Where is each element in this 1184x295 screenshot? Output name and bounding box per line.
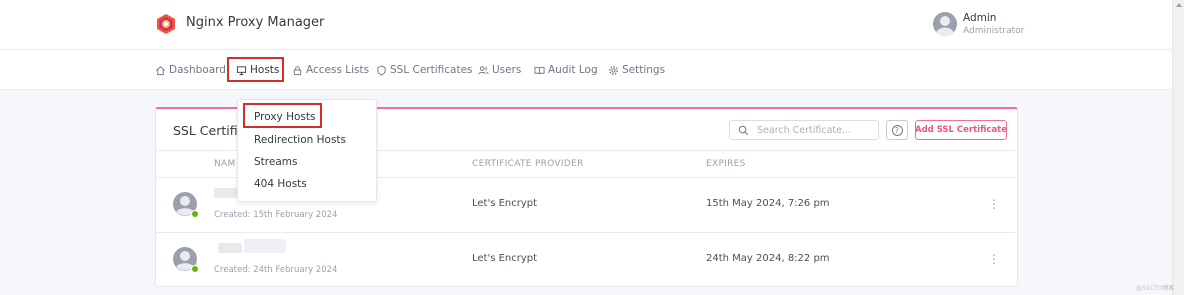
column-header-provider: CERTIFICATE PROVIDER — [472, 159, 584, 169]
nav-ssl-certificates[interactable]: SSL Certificates — [376, 50, 473, 90]
search-icon — [738, 125, 749, 136]
search-input[interactable] — [757, 123, 875, 138]
help-button[interactable]: ? — [886, 120, 908, 140]
menu-item-404-hosts[interactable]: 404 Hosts — [254, 178, 307, 190]
column-header-name: NAM — [214, 159, 236, 169]
home-icon — [156, 65, 165, 75]
nav-label: Audit Log — [548, 64, 598, 76]
user-avatar-icon — [936, 16, 954, 36]
expires-date: 24th May 2024, 8:22 pm — [706, 253, 830, 264]
main-nav: Dashboard Hosts Access Lists SSL Certifi… — [0, 50, 1172, 90]
nav-label: Settings — [622, 64, 666, 76]
more-options-icon[interactable]: ⋮ — [988, 251, 1000, 267]
nav-settings[interactable]: Settings — [608, 50, 665, 90]
certificate-provider: Let's Encrypt — [472, 198, 538, 209]
certificate-provider: Let's Encrypt — [472, 253, 538, 264]
page-scrollbar[interactable] — [1172, 0, 1184, 295]
nav-users[interactable]: Users — [478, 50, 521, 90]
nav-access-lists[interactable]: Access Lists — [292, 50, 369, 90]
menu-item-streams[interactable]: Streams — [254, 156, 297, 168]
app-header: Nginx Proxy Manager Admin Administrator — [0, 0, 1172, 50]
nav-audit-log[interactable]: Audit Log — [534, 50, 598, 90]
more-options-icon[interactable]: ⋮ — [988, 196, 1000, 212]
card-title: SSL Certific — [173, 123, 245, 138]
status-online-icon — [191, 210, 199, 218]
logo-icon[interactable] — [155, 13, 177, 35]
nav-label: Dashboard — [169, 64, 226, 76]
table-row: Created: 24th February 2024 Let's Encryp… — [156, 233, 1017, 288]
created-date: Created: 15th February 2024 — [214, 210, 338, 220]
user-role: Administrator — [963, 26, 1025, 36]
user-name[interactable]: Admin — [963, 12, 996, 24]
book-icon — [534, 66, 545, 74]
column-header-expires: EXPIRES — [706, 159, 746, 169]
gear-icon — [609, 65, 618, 75]
status-online-icon — [191, 265, 199, 273]
users-icon — [478, 65, 489, 74]
search-box[interactable] — [729, 120, 879, 140]
help-icon: ? — [891, 124, 903, 136]
certificate-name-redacted — [214, 239, 294, 255]
app-title[interactable]: Nginx Proxy Manager — [186, 15, 324, 30]
shield-icon — [377, 65, 386, 75]
avatar[interactable] — [933, 12, 957, 36]
scroll-up-arrow-icon[interactable] — [1176, 3, 1182, 7]
nav-dashboard[interactable]: Dashboard — [155, 50, 226, 90]
expires-date: 15th May 2024, 7:26 pm — [706, 198, 830, 209]
row-avatar — [173, 247, 200, 274]
row-avatar — [173, 192, 200, 219]
proxy-hosts-highlight-box — [243, 103, 322, 128]
hosts-highlight-box — [227, 57, 284, 82]
menu-item-redirection-hosts[interactable]: Redirection Hosts — [254, 134, 346, 146]
watermark: @51CTO博客 — [1136, 285, 1175, 292]
nav-label: Access Lists — [306, 64, 370, 76]
add-ssl-certificate-button[interactable]: Add SSL Certificate — [915, 120, 1007, 140]
lock-icon — [293, 65, 302, 75]
nav-label: SSL Certificates — [390, 64, 473, 76]
created-date: Created: 24th February 2024 — [214, 265, 338, 275]
nav-label: Users — [492, 64, 522, 76]
